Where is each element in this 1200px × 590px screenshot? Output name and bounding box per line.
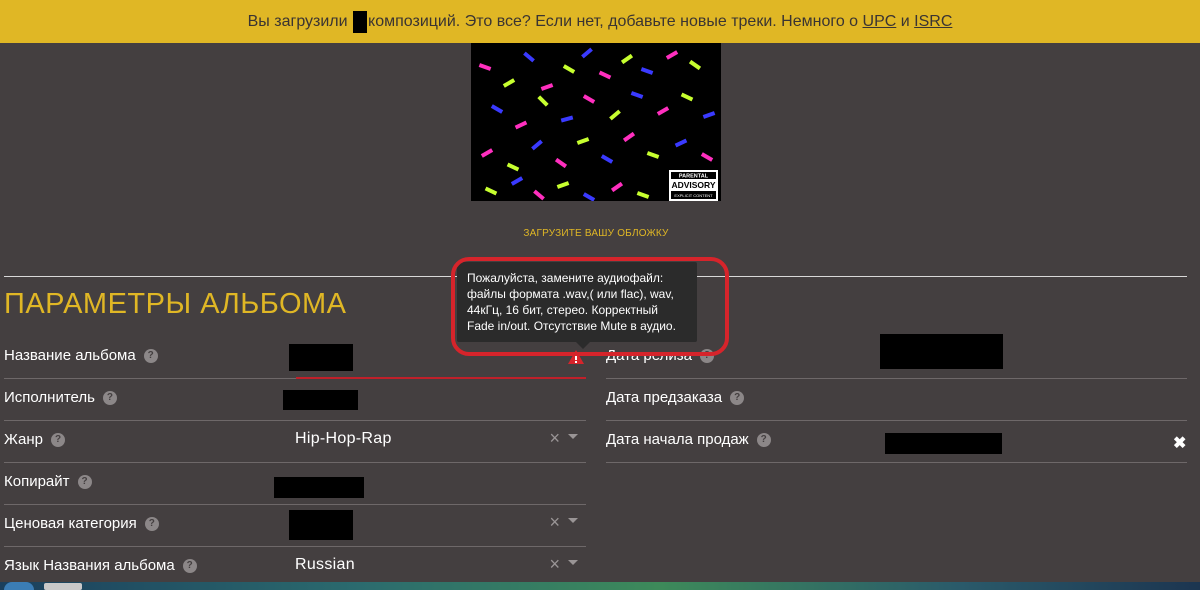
confetti-piece <box>537 95 549 107</box>
confetti-piece <box>702 111 716 119</box>
sales-start-date-row: Дата начала продаж ? <box>606 421 1187 463</box>
confetti-piece <box>562 64 576 74</box>
upload-cover-link[interactable]: ЗАГРУЗИТЕ ВАШУ ОБЛОЖКУ <box>0 228 1192 239</box>
confetti-piece <box>480 148 494 158</box>
artist-row: Исполнитель ? <box>4 379 586 421</box>
parental-advisory-logo: PARENTAL ADVISORY EXPLICIT CONTENT <box>669 170 718 201</box>
os-taskbar <box>0 582 1200 590</box>
redacted-count <box>353 10 368 33</box>
confetti-piece <box>556 181 570 189</box>
start-button[interactable] <box>4 582 34 590</box>
confetti-piece <box>680 92 694 102</box>
confetti-piece <box>636 191 650 199</box>
price-category-label: Ценовая категория <box>4 515 137 532</box>
confetti-piece <box>688 59 702 71</box>
copyright-row: Копирайт ? <box>4 463 586 505</box>
confetti-piece <box>523 51 535 63</box>
confetti-piece <box>490 104 504 114</box>
help-icon[interactable]: ? <box>77 474 92 489</box>
help-icon[interactable]: ? <box>182 558 197 573</box>
banner-text-before: Вы загрузили <box>247 12 348 30</box>
confetti-piece <box>576 137 590 145</box>
svg-text:PARENTAL: PARENTAL <box>679 174 709 180</box>
confetti-piece <box>531 139 543 151</box>
copyright-label: Копирайт <box>4 473 70 490</box>
help-icon[interactable]: ? <box>102 390 117 405</box>
album-language-label: Язык Названия альбома <box>4 557 175 574</box>
confetti-piece <box>656 106 670 116</box>
confetti-piece <box>622 131 636 143</box>
confetti-piece <box>665 50 679 60</box>
artist-label: Исполнитель <box>4 389 95 406</box>
confetti-piece <box>502 78 516 88</box>
confetti-piece <box>484 186 498 196</box>
taskbar-button[interactable] <box>44 583 82 590</box>
clear-icon[interactable]: × <box>549 512 560 533</box>
confetti-piece <box>600 154 614 164</box>
confetti-piece <box>609 109 621 121</box>
help-icon[interactable]: ? <box>730 390 745 405</box>
isrc-link[interactable]: ISRC <box>914 13 952 31</box>
confetti-piece <box>581 47 593 59</box>
close-icon[interactable]: ✖ <box>1173 433 1186 453</box>
highlight-annotation <box>451 257 729 356</box>
help-icon[interactable]: ? <box>756 432 771 447</box>
confetti-piece <box>582 192 596 201</box>
confetti-piece <box>674 138 688 148</box>
confetti-piece <box>646 151 660 159</box>
svg-text:ADVISORY: ADVISORY <box>671 180 715 190</box>
confetti-piece <box>582 94 596 104</box>
copyright-field[interactable] <box>274 477 364 498</box>
genre-label: Жанр <box>4 431 43 448</box>
confetti-piece <box>700 152 714 162</box>
album-name-label: Название альбома <box>4 347 136 364</box>
confetti-piece <box>560 115 574 123</box>
banner-text-after: композиций. Это все? Если нет, добавьте … <box>368 12 859 30</box>
confetti-piece <box>640 67 654 75</box>
confetti-piece <box>514 120 528 130</box>
genre-select[interactable]: Hip-Hop-Rap <box>295 430 392 448</box>
chevron-down-icon[interactable] <box>568 518 578 523</box>
help-icon[interactable]: ? <box>51 432 65 447</box>
confetti-piece <box>540 83 554 91</box>
artist-field[interactable] <box>283 390 358 410</box>
upc-link[interactable]: UPC <box>863 13 897 31</box>
release-date-field[interactable] <box>880 334 1003 369</box>
banner-conj: и <box>900 12 910 30</box>
genre-row: Жанр ? Hip-Hop-Rap × <box>4 421 586 463</box>
chevron-down-icon[interactable] <box>568 560 578 565</box>
album-cover: PARENTAL ADVISORY EXPLICIT CONTENT <box>471 43 721 201</box>
clear-icon[interactable]: × <box>549 428 560 449</box>
confetti-piece <box>610 181 624 193</box>
cover-art: PARENTAL ADVISORY EXPLICIT CONTENT <box>478 47 718 201</box>
confetti-piece <box>620 53 634 65</box>
price-category-select[interactable] <box>289 510 353 540</box>
help-icon[interactable]: ? <box>143 348 158 363</box>
sales-start-date-field[interactable] <box>885 433 1002 454</box>
confetti-piece <box>506 162 520 172</box>
chevron-down-icon[interactable] <box>568 434 578 439</box>
confetti-piece <box>630 91 644 99</box>
preorder-date-label: Дата предзаказа <box>606 389 723 406</box>
confetti-piece <box>510 176 524 186</box>
album-language-select[interactable]: Russian <box>295 556 355 574</box>
svg-text:EXPLICIT CONTENT: EXPLICIT CONTENT <box>674 193 713 198</box>
confetti-piece <box>554 157 568 169</box>
preorder-date-row: Дата предзаказа ? <box>606 379 1187 421</box>
confetti-piece <box>478 63 492 71</box>
price-category-row: Ценовая категория ? × <box>4 505 586 547</box>
sales-start-date-label: Дата начала продаж <box>606 431 749 448</box>
album-name-field[interactable] <box>289 344 353 371</box>
confetti-piece <box>533 189 545 201</box>
section-title: ПАРАМЕТРЫ АЛЬБОМА <box>4 288 347 320</box>
help-icon[interactable]: ? <box>144 516 159 531</box>
clear-icon[interactable]: × <box>549 554 560 575</box>
notification-banner: Вы загрузили композиций. Это все? Если н… <box>0 0 1200 43</box>
confetti-piece <box>598 70 612 80</box>
